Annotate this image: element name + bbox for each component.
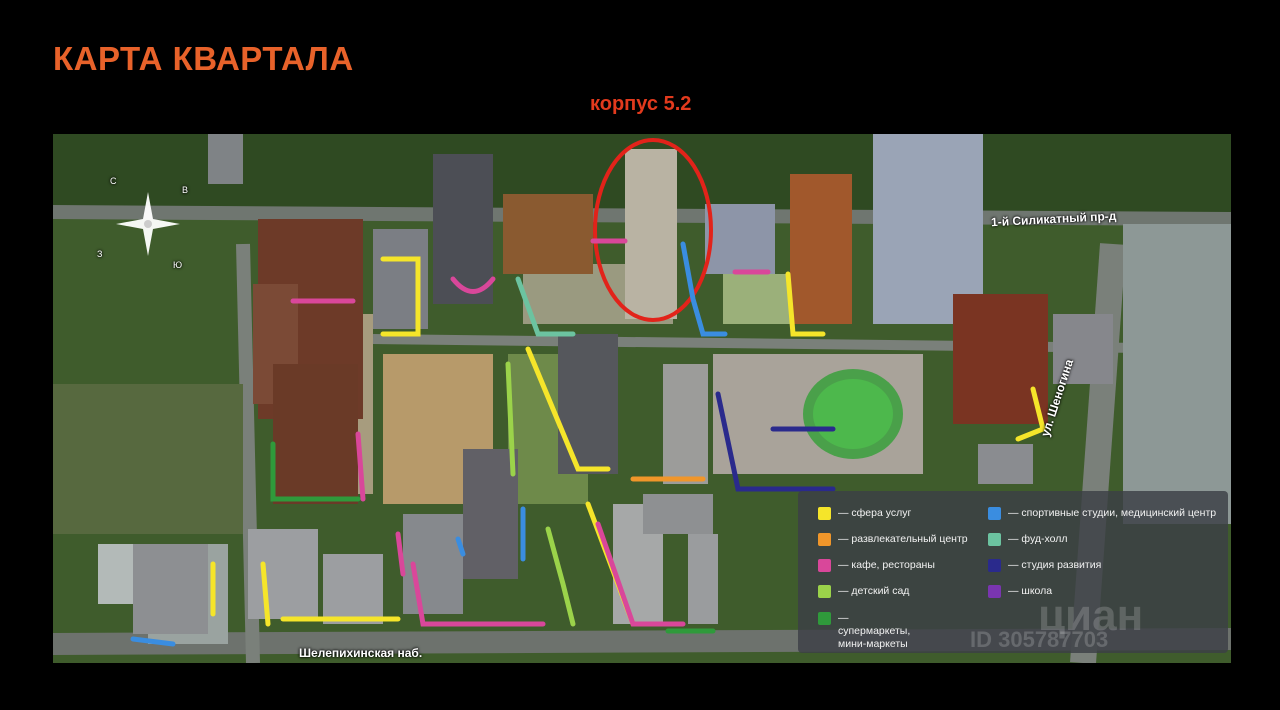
legend-label-development-studio: — студия развития xyxy=(1008,559,1102,571)
legend-swatch-supermarkets xyxy=(818,612,831,625)
legend-swatch-cafes xyxy=(818,559,831,572)
legend-swatch-services xyxy=(818,507,831,520)
legend-label-supermarkets: — супермаркеты, мини-маркеты xyxy=(838,612,911,650)
legend-swatch-kindergarten xyxy=(818,585,831,598)
compass-north-label: С xyxy=(110,176,117,186)
legend-label-sports: — спортивные студии, медицинский центр xyxy=(1008,507,1217,519)
compass-east-label: В xyxy=(182,185,189,195)
street-label-shelepikhinskaya: Шелепихинская наб. xyxy=(299,646,423,660)
compass-south-label: Ю xyxy=(173,260,183,270)
legend-swatch-foodhall xyxy=(988,533,1001,546)
legend-swatch-school xyxy=(988,585,1001,598)
highlighted-building-label: корпус 5.2 xyxy=(590,93,692,115)
district-map: С В Ю З 1-й Силикатный пр-д ул. Шеногина… xyxy=(53,134,1231,663)
legend-swatch-development-studio xyxy=(988,559,1001,572)
legend-label-foodhall: — фуд-холл xyxy=(1008,533,1068,545)
legend-label-services: — сфера услуг xyxy=(838,507,912,519)
legend-swatch-entertainment xyxy=(818,533,831,546)
compass-west-label: З xyxy=(97,249,103,259)
legend-label-cafes: — кафе, рестораны xyxy=(838,559,935,571)
watermark-id: ID 305787703 xyxy=(970,627,1109,652)
legend-label-kindergarten: — детский сад xyxy=(838,585,910,597)
page-title: КАРТА КВАРТАЛА xyxy=(53,40,354,77)
map-legend: — сфера услуг — развлекательный центр — … xyxy=(798,491,1228,653)
legend-swatch-sports xyxy=(988,507,1001,520)
legend-label-entertainment: — развлекательный центр xyxy=(838,533,968,545)
